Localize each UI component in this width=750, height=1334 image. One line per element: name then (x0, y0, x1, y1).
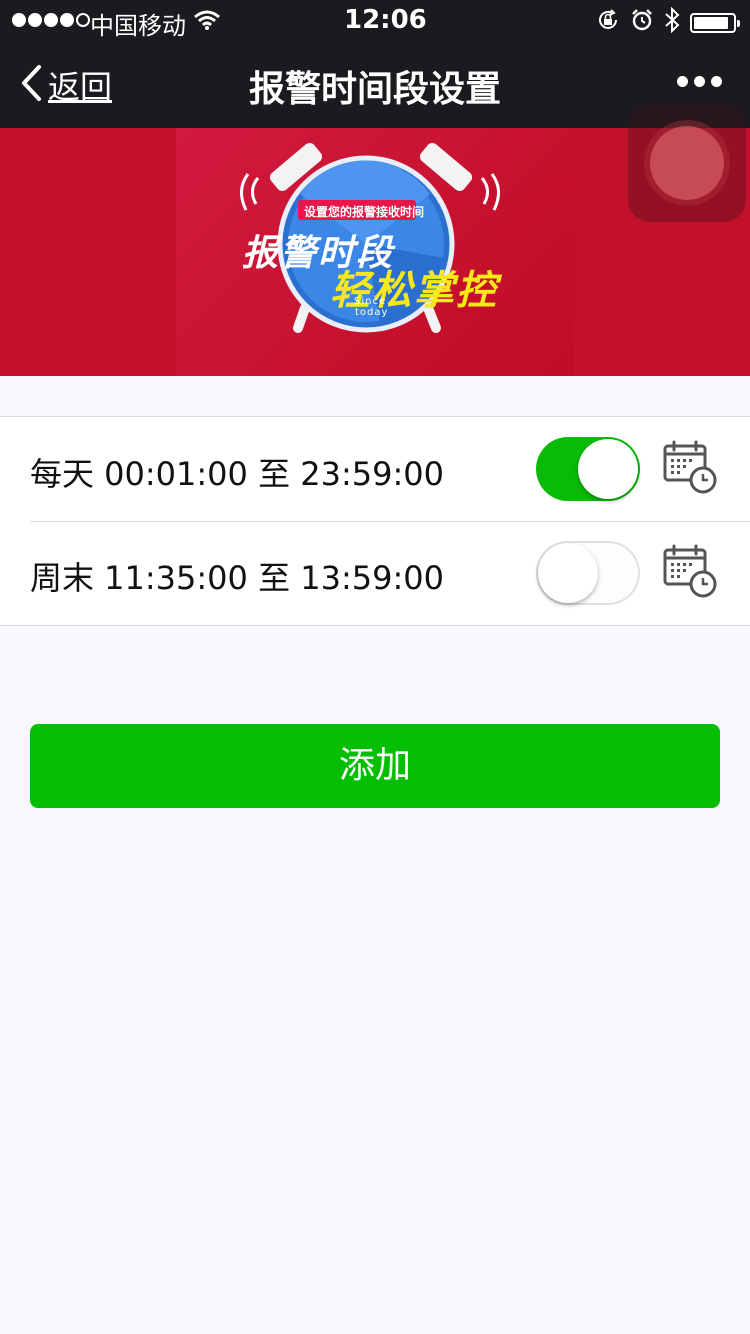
calendar-clock-icon[interactable] (662, 543, 718, 603)
schedule-row: 每天 00:01:00 至 23:59:00 (0, 417, 750, 521)
schedule-toggle[interactable] (536, 541, 640, 605)
more-menu-icon[interactable] (677, 76, 722, 87)
calendar-clock-icon[interactable] (662, 439, 718, 499)
signal-dot (12, 13, 26, 27)
alarm-clock-icon (630, 8, 654, 38)
signal-dot (76, 13, 90, 27)
bluetooth-icon (664, 6, 680, 39)
banner-today: today (355, 307, 389, 318)
orientation-lock-icon (596, 8, 620, 38)
status-bar: 中国移动 12:06 (0, 0, 750, 40)
signal-dot (60, 13, 74, 27)
signal-dot (44, 13, 58, 27)
page-title: 报警时间段设置 (248, 69, 501, 110)
schedule-toggle[interactable] (536, 437, 640, 501)
schedule-row: 周末 11:35:00 至 13:59:00 (0, 521, 750, 625)
carrier-name: 中国移动 (90, 12, 186, 40)
schedule-list: 每天 00:01:00 至 23:59:00 周末 11:35:00 至 13:… (0, 416, 750, 626)
signal-strength-icon (12, 8, 90, 32)
banner-since: Since (354, 296, 387, 307)
floating-record-button[interactable] (628, 104, 746, 222)
status-time: 12:06 (344, 5, 427, 35)
wifi-icon (194, 8, 220, 36)
banner-tagline: 设置您的报警接收时间 (304, 205, 425, 219)
signal-dot (28, 13, 42, 27)
schedule-time-range: 每天 00:01:00 至 23:59:00 (30, 455, 444, 493)
schedule-time-range: 周末 11:35:00 至 13:59:00 (30, 559, 444, 597)
add-button[interactable]: 添加 (30, 724, 720, 808)
battery-icon (690, 13, 740, 33)
